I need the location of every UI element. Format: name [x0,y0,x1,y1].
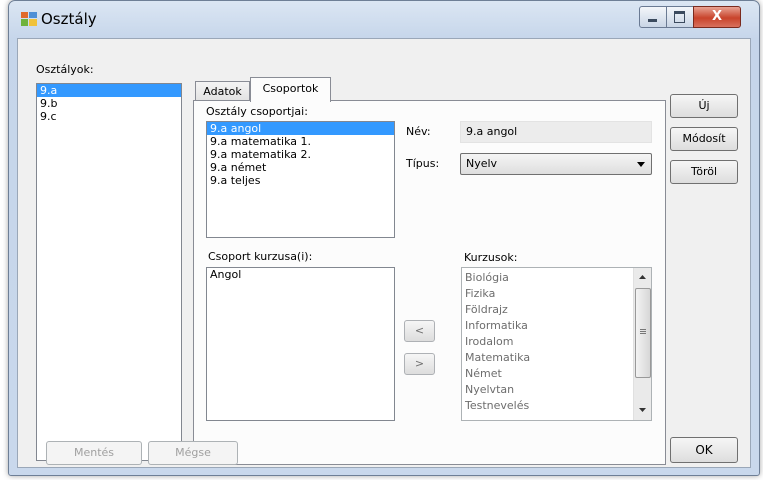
ok-button[interactable]: OK [670,437,738,463]
groups-listbox[interactable]: 9.a angol 9.a matematika 1. 9.a matemati… [206,121,395,238]
maximize-icon [674,11,685,23]
type-select-value: Nyelv [466,157,498,170]
class-item[interactable]: 9.a [37,84,181,97]
class-item[interactable]: 9.b [37,97,181,110]
group-item[interactable]: 9.a angol [207,122,394,135]
course-item[interactable]: Matematika [462,350,651,366]
scroll-down-icon[interactable] [639,408,646,412]
course-item[interactable]: Irodalom [462,334,651,350]
tab-csoportok[interactable]: Csoportok [250,77,331,102]
course-item[interactable]: Nyelvtan [462,382,651,398]
group-course-item[interactable]: Angol [207,268,394,281]
course-item[interactable]: Testnevelés [462,398,651,414]
minimize-icon [648,19,657,22]
classes-label: Osztályok: [36,63,94,76]
minimize-button[interactable] [639,6,667,28]
classes-listbox[interactable]: 9.a 9.b 9.c [36,83,182,461]
chevron-down-icon [637,162,645,167]
tab-panel-csoportok: Osztály csoportjai: 9.a angol 9.a matema… [193,100,666,465]
save-button[interactable]: Mentés [46,441,142,465]
scroll-thumb[interactable] [635,288,651,378]
name-field[interactable]: 9.a angol [460,121,652,143]
type-select[interactable]: Nyelv [460,153,652,175]
groups-label: Osztály csoportjai: [206,105,308,118]
course-item[interactable]: Fizika [462,286,651,302]
app-icon [21,12,37,26]
delete-button[interactable]: Töröl [670,160,738,184]
class-item[interactable]: 9.c [37,110,181,123]
group-item[interactable]: 9.a német [207,161,394,174]
window: Osztály X Osztályok: 9.a 9.b 9.c Adatok … [8,0,760,476]
group-item[interactable]: 9.a matematika 1. [207,135,394,148]
close-button[interactable]: X [693,6,741,28]
type-label: Típus: [406,157,440,170]
window-title: Osztály [41,10,97,28]
group-courses-listbox[interactable]: Angol [206,267,395,421]
group-courses-label: Csoport kurzusa(i): [208,250,313,263]
move-right-button[interactable]: > [404,353,435,375]
close-icon: X [711,9,723,24]
group-item[interactable]: 9.a matematika 2. [207,148,394,161]
modify-button[interactable]: Módosít [670,127,738,151]
cancel-button[interactable]: Mégse [148,441,238,465]
dialog-client-area: Osztályok: 9.a 9.b 9.c Adatok Csoportok … [17,38,751,468]
course-item[interactable]: Informatika [462,318,651,334]
title-bar[interactable]: Osztály X [9,1,759,37]
group-item[interactable]: 9.a teljes [207,174,394,187]
tab-adatok[interactable]: Adatok [195,81,250,101]
new-button[interactable]: Új [670,94,738,118]
courses-scrollbar[interactable] [633,268,651,420]
courses-label: Kurzusok: [464,251,518,264]
maximize-button[interactable] [666,6,694,28]
course-item[interactable]: Földrajz [462,302,651,318]
courses-listbox[interactable]: Biológia Fizika Földrajz Informatika Iro… [461,267,652,421]
name-label: Név: [406,125,431,138]
grip-icon [640,329,646,330]
course-item[interactable]: Biológia [462,270,651,286]
scroll-up-icon[interactable] [639,275,646,279]
course-item[interactable]: Német [462,366,651,382]
move-left-button[interactable]: < [404,320,435,342]
